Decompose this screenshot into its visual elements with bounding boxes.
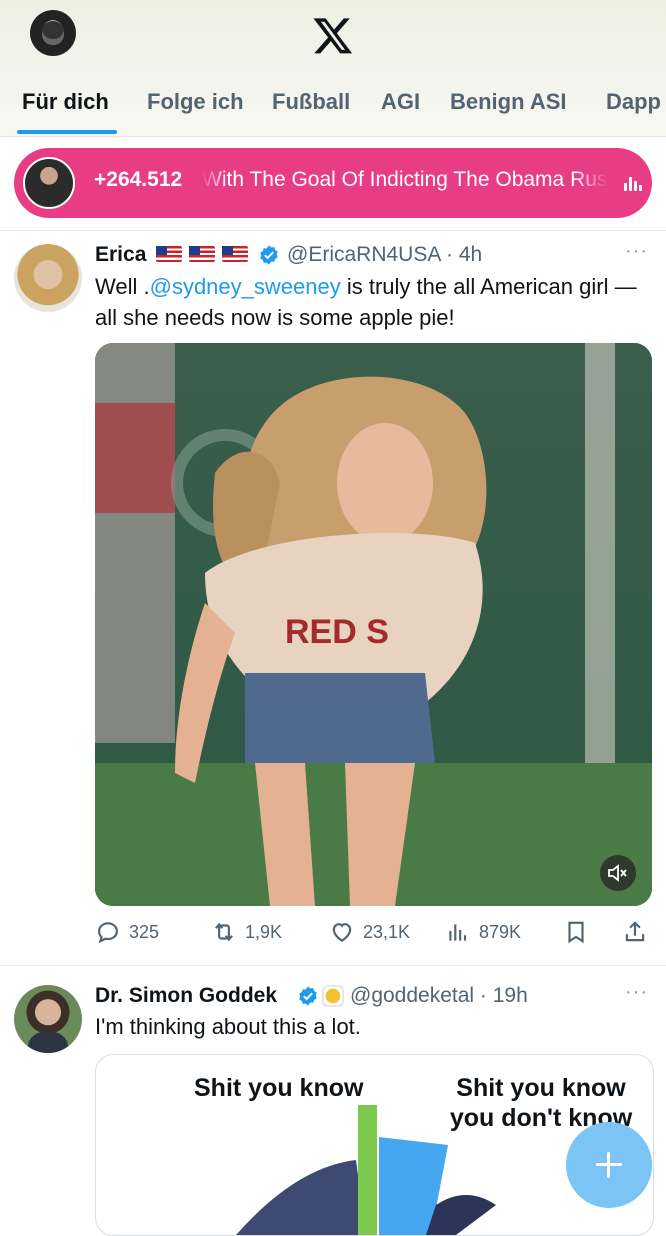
repost-button[interactable]: 1,9K xyxy=(211,914,282,950)
heart-icon xyxy=(332,923,352,942)
space-host-avatar xyxy=(18,152,80,214)
x-logo-icon[interactable] xyxy=(312,14,354,56)
top-bar: Für dich Folge ich Fußball AGI Benign AS… xyxy=(0,0,666,137)
reply-count: 325 xyxy=(129,921,160,942)
avatar[interactable] xyxy=(14,244,82,312)
share-button[interactable] xyxy=(622,914,656,950)
author-name[interactable]: Erica xyxy=(95,243,255,267)
post-actions: 325 1,9K 23,1K 879K xyxy=(95,914,655,950)
space-title: With The Goal Of Indicting The Obama Rus… xyxy=(202,168,606,191)
compose-post-button[interactable] xyxy=(566,1122,652,1208)
active-tab-indicator xyxy=(17,130,117,134)
space-listener-count: +264.512 xyxy=(94,168,183,191)
author-name[interactable]: Dr. Simon Goddek xyxy=(95,984,277,1008)
reply-button[interactable]: 325 xyxy=(95,914,159,950)
muted-speaker-icon xyxy=(608,864,627,882)
more-options-icon[interactable]: ··· xyxy=(625,981,648,1004)
repost-count: 1,9K xyxy=(245,921,283,942)
tab-folge-ich[interactable]: Folge ich xyxy=(147,84,244,136)
tab-agi[interactable]: AGI xyxy=(381,84,420,136)
us-flag-icon xyxy=(156,243,255,266)
author-handle[interactable]: @EricaRN4USA · 4h xyxy=(287,243,482,267)
repost-icon xyxy=(215,922,233,942)
post-text: I'm thinking about this a lot. xyxy=(95,1014,361,1039)
views-button[interactable]: 879K xyxy=(445,914,521,950)
post-text: Well .@sydney_sweeney is truly the all A… xyxy=(95,274,637,330)
bookmark-icon xyxy=(568,921,584,944)
tab-fuer-dich[interactable]: Für dich xyxy=(22,84,109,136)
audio-bars-icon xyxy=(624,175,642,191)
mention-link[interactable]: @sydney_sweeney xyxy=(150,274,341,299)
mute-toggle[interactable] xyxy=(600,855,636,891)
views-chart-icon xyxy=(449,924,467,941)
tab-fussball[interactable]: Fußball xyxy=(272,84,350,136)
like-count: 23,1K xyxy=(363,921,411,942)
share-icon xyxy=(625,921,645,942)
jersey-text: RED S xyxy=(285,613,389,651)
avatar[interactable] xyxy=(14,985,82,1053)
view-count: 879K xyxy=(479,921,522,942)
profile-avatar[interactable] xyxy=(30,10,76,56)
tab-dapp[interactable]: Dapp xyxy=(606,84,661,136)
more-options-icon[interactable]: ··· xyxy=(625,240,648,263)
verified-badge-icon xyxy=(260,245,278,265)
live-space-banner[interactable]: +264.512 With The Goal Of Indicting The … xyxy=(14,148,652,218)
feed-tabs: Für dich Folge ich Fußball AGI Benign AS… xyxy=(0,84,666,136)
affiliate-badge-icon xyxy=(322,985,344,1007)
verified-badge-icon xyxy=(299,986,317,1006)
tab-benign-asi[interactable]: Benign ASI xyxy=(450,84,567,136)
post-video[interactable]: RED S xyxy=(95,343,652,906)
bookmark-button[interactable] xyxy=(563,914,597,950)
reply-icon xyxy=(98,922,118,944)
like-button[interactable]: 23,1K xyxy=(329,914,410,950)
author-handle[interactable]: @goddeketal · 19h xyxy=(350,984,528,1008)
